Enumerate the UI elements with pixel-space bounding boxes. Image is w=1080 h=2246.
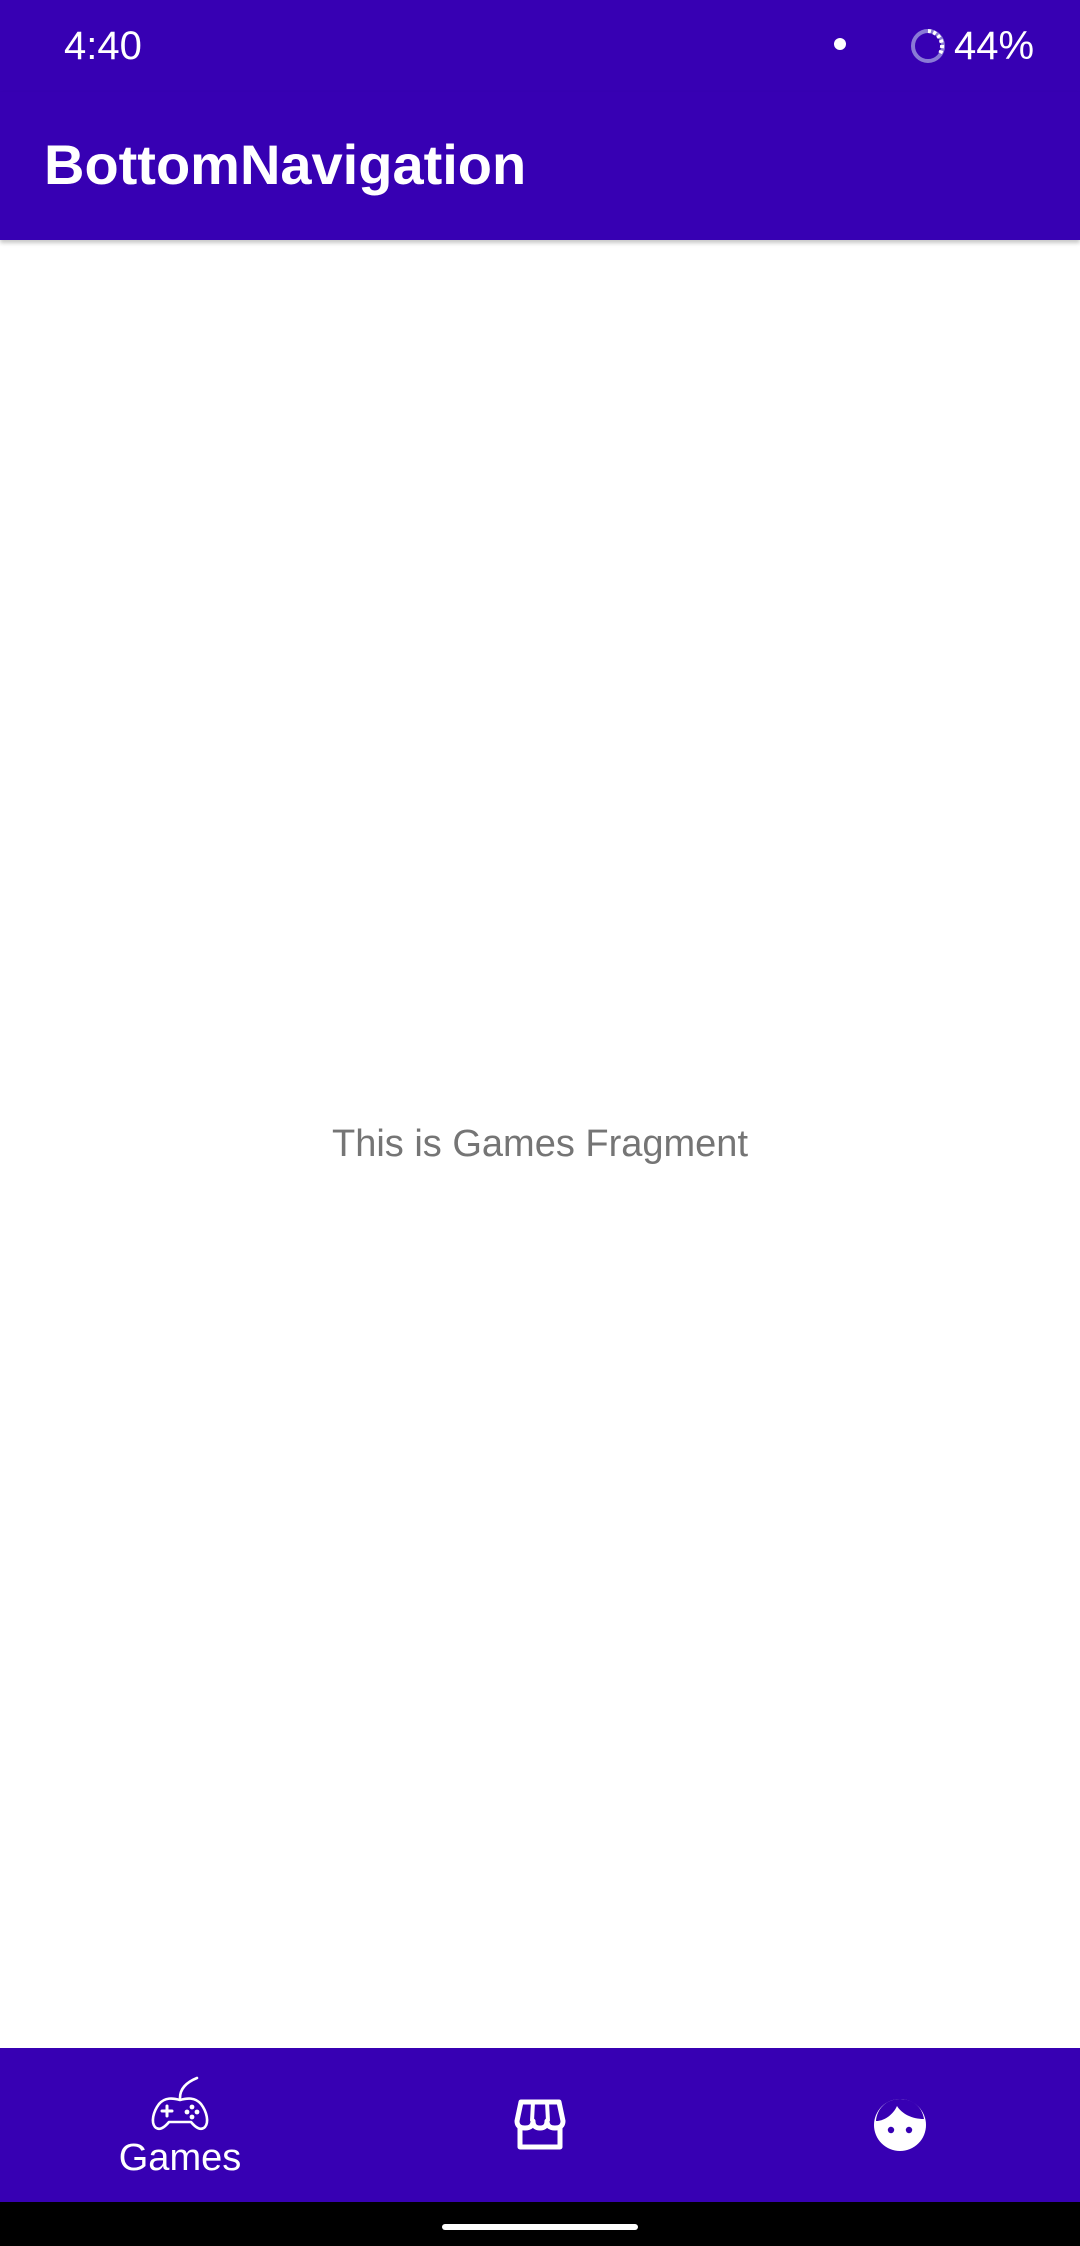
notification-dot-icon	[834, 38, 846, 50]
gamepad-icon	[151, 2076, 209, 2131]
system-navigation-bar	[0, 2202, 1080, 2246]
status-time: 4:40	[64, 24, 142, 68]
battery-icon	[911, 29, 945, 63]
nav-item-games[interactable]: Games	[0, 2048, 360, 2202]
app-title: BottomNavigation	[44, 133, 527, 196]
home-gesture-handle[interactable]	[442, 2224, 638, 2230]
status-bar: 4:40 44%	[0, 0, 1080, 92]
nav-label-games: Games	[118, 2137, 242, 2179]
fragment-message: This is Games Fragment	[332, 1123, 748, 1165]
store-icon	[514, 2099, 566, 2150]
bottom-navigation: Games	[0, 2048, 1080, 2202]
nav-item-store[interactable]	[360, 2048, 720, 2202]
battery-percentage: 44%	[954, 24, 1035, 68]
face-icon	[874, 2099, 926, 2151]
app-bar: BottomNavigation	[0, 92, 1080, 240]
nav-item-profile[interactable]	[720, 2048, 1080, 2202]
fragment-container: This is Games Fragment	[0, 240, 1080, 2048]
